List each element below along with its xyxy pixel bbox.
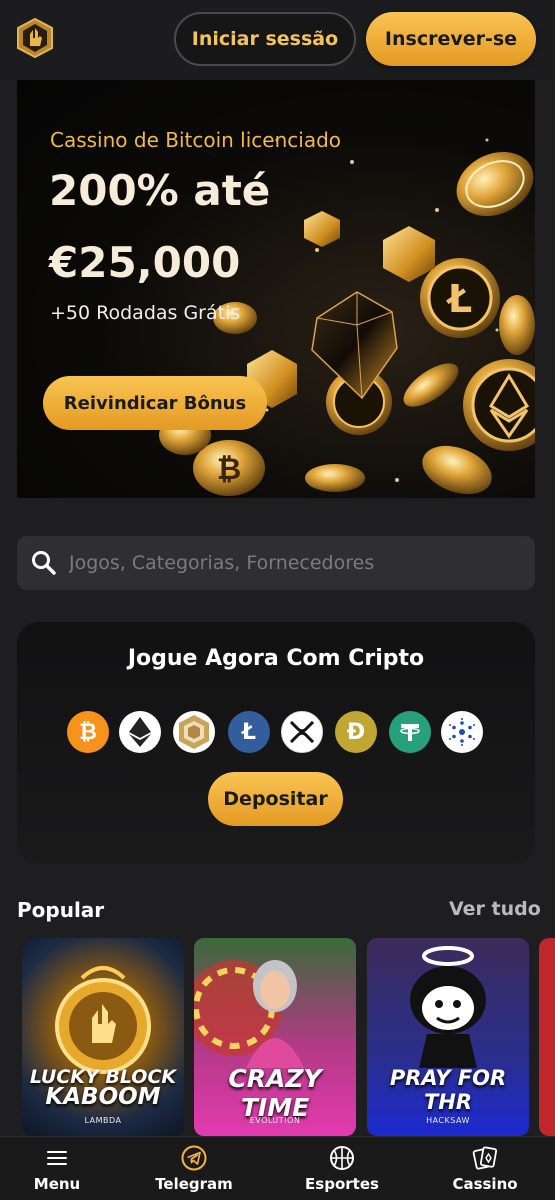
game-card-crazy-time[interactable]: CRAZY TIME EVOLUTION [194,938,356,1136]
game-title-line2: KABOOM [45,1084,161,1110]
nav-item-telegram[interactable]: Telegram [139,1137,249,1200]
game-title: PRAY FOR THR [389,1066,507,1114]
search-input[interactable] [69,536,519,590]
game-card-lucky-block-kaboom[interactable]: LUCKY BLOCK KABOOM LAMBDA [22,938,184,1136]
bitcoin-icon: ₿ [67,711,109,753]
bottom-navigation: Menu Telegram Esportes Cassino [0,1136,555,1200]
claim-bonus-button[interactable]: Reivindicar Bônus [43,376,267,430]
game-provider: HACKSAW [426,1116,470,1125]
game-provider: LAMBDA [84,1116,122,1125]
search-icon [32,551,56,575]
telegram-icon [181,1145,207,1171]
litecoin-icon: Ł [228,711,270,753]
banner-kicker: Cassino de Bitcoin licenciado [50,128,342,152]
see-all-link[interactable]: Ver tudo [449,898,541,920]
top-header: Iniciar sessão Inscrever-se [0,0,555,80]
playing-cards-icon [472,1146,498,1170]
ethereum-icon [119,711,161,753]
game-title: CRAZY TIME [228,1064,322,1122]
dogecoin-icon: Ð [335,711,377,753]
banner-free-spins: +50 Rodadas Grátis [50,302,241,324]
banner-bonus-amount: €25,000 [49,238,241,287]
popular-section-title: Popular [17,898,105,922]
login-button[interactable]: Iniciar sessão [174,12,356,66]
xrp-icon [281,711,323,753]
game-provider: EVOLUTION [249,1116,301,1125]
promo-banner[interactable]: Ł ₿ Cassino de Bitcoin licenciado 200% a… [17,80,535,498]
nav-label: Menu [33,1175,81,1193]
nav-item-sports[interactable]: Esportes [287,1137,397,1200]
lucky-block-logo[interactable] [16,18,54,58]
search-bar[interactable] [17,536,535,590]
svg-text:Ł: Ł [446,277,472,321]
nav-label: Cassino [452,1175,518,1193]
nav-label: Esportes [305,1175,379,1193]
signup-button[interactable]: Inscrever-se [366,12,536,66]
game-card-pray-for-three[interactable]: PRAY FOR THR HACKSAW [367,938,529,1136]
nav-label: Telegram [155,1175,233,1193]
tether-icon [389,711,431,753]
basketball-icon [330,1146,354,1170]
cardano-icon [441,711,483,753]
game-card-partial[interactable] [539,938,555,1136]
hamburger-menu-icon [47,1151,67,1165]
crypto-deposit-card: Jogue Agora Com Cripto ₿ Ł Ð Depositar [17,622,535,864]
banner-bonus-percent: 200% até [49,166,271,215]
lucky-block-token-icon [173,711,215,753]
deposit-button[interactable]: Depositar [208,772,343,826]
svg-text:₿: ₿ [217,452,241,487]
nav-item-menu[interactable]: Menu [2,1137,112,1200]
crypto-card-title: Jogue Agora Com Cripto [127,646,425,671]
nav-item-casino[interactable]: Cassino [430,1137,540,1200]
